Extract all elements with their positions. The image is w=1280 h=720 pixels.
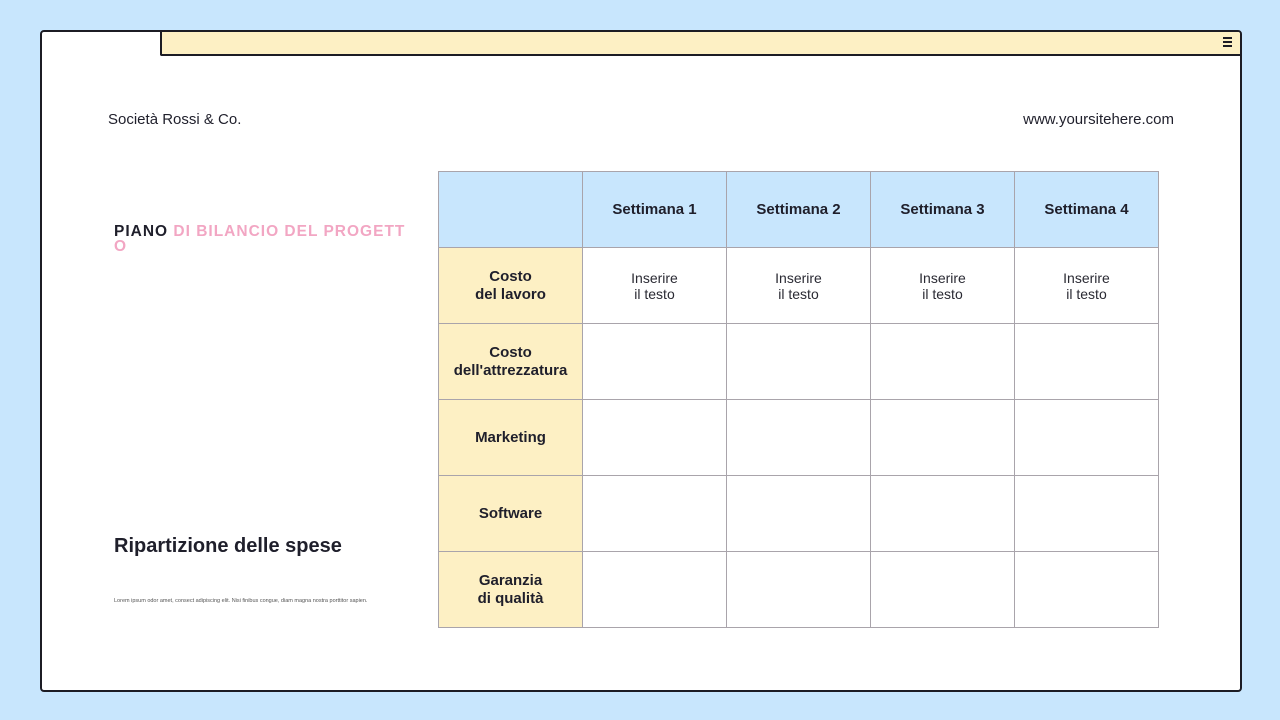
table-cell[interactable] (870, 475, 1015, 552)
table-cell[interactable] (870, 551, 1015, 628)
table-cell[interactable]: Inserire il testo (870, 247, 1015, 324)
column-header: Settimana 3 (870, 171, 1015, 248)
table-row: Marketing (438, 399, 1159, 476)
row-header: Costo del lavoro (438, 247, 583, 324)
table-cell[interactable] (1014, 475, 1159, 552)
column-header: Settimana 2 (726, 171, 871, 248)
table-cell[interactable] (582, 323, 727, 400)
table-cell[interactable] (582, 475, 727, 552)
table-header-row: Settimana 1 Settimana 2 Settimana 3 Sett… (438, 171, 1159, 248)
row-header: Costo dell'attrezzatura (438, 323, 583, 400)
page-title: PIANO DI BILANCIO DEL PROGETTO (114, 224, 414, 255)
row-header: Marketing (438, 399, 583, 476)
row-header: Software (438, 475, 583, 552)
table-cell[interactable] (1014, 399, 1159, 476)
section-subtitle: Ripartizione delle spese (114, 535, 342, 557)
website-url[interactable]: www.yoursitehere.com (1023, 111, 1174, 128)
company-name: Società Rossi & Co. (108, 111, 242, 128)
table-row: Software (438, 475, 1159, 552)
row-header: Garanzia di qualità (438, 551, 583, 628)
table-row: Costo del lavoro Inserire il testo Inser… (438, 247, 1159, 324)
table-row: Costo dell'attrezzatura (438, 323, 1159, 400)
body-text: Lorem ipsum odor amet, consect adipiscin… (114, 598, 368, 604)
table-corner-cell (438, 171, 583, 248)
hamburger-menu-icon[interactable] (1223, 37, 1232, 47)
budget-table: Settimana 1 Settimana 2 Settimana 3 Sett… (438, 171, 1159, 628)
browser-window: Società Rossi & Co. www.yoursitehere.com… (40, 30, 1242, 692)
table-cell[interactable] (726, 399, 871, 476)
table-cell[interactable] (582, 399, 727, 476)
table-cell[interactable]: Inserire il testo (726, 247, 871, 324)
table-cell[interactable] (582, 551, 727, 628)
table-cell[interactable]: Inserire il testo (582, 247, 727, 324)
table-cell[interactable] (870, 399, 1015, 476)
table-cell[interactable] (870, 323, 1015, 400)
table-cell[interactable] (726, 475, 871, 552)
table-cell[interactable] (1014, 323, 1159, 400)
table-cell[interactable]: Inserire il testo (1014, 247, 1159, 324)
column-header: Settimana 4 (1014, 171, 1159, 248)
table-cell[interactable] (726, 551, 871, 628)
table-cell[interactable] (1014, 551, 1159, 628)
column-header: Settimana 1 (582, 171, 727, 248)
table-cell[interactable] (726, 323, 871, 400)
table-row: Garanzia di qualità (438, 551, 1159, 628)
window-top-bar (160, 32, 1240, 56)
